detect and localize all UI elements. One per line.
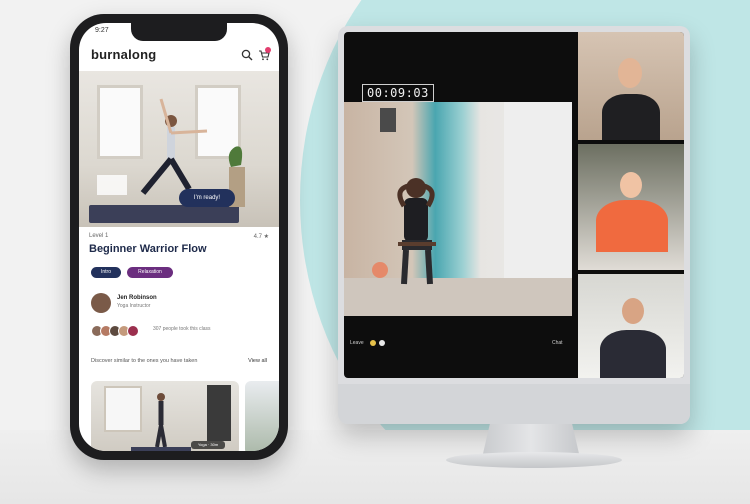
mic-icon[interactable] [370,340,376,346]
monitor-base [446,452,622,468]
discover-section-header: Discover similar to the ones you have ta… [91,358,271,368]
call-control-bar: Leave Chat [344,334,572,354]
participants-text: 307 people took this class [153,326,211,332]
instructor-name: Jen Robinson [117,295,157,301]
participant-tile[interactable] [578,32,684,140]
thumbnail-tag: Yoga · 30m [191,441,225,449]
phone-notch [131,23,227,41]
participant-head [622,298,644,324]
leave-button[interactable]: Leave [350,340,364,346]
participant-body [596,200,668,252]
seated-instructor-figure [344,102,572,316]
phone-device: 9:27 burnalong I'm ready! Level 1 4.7 ★ … [70,14,288,460]
im-ready-button[interactable]: I'm ready! [179,189,235,207]
desktop-monitor: 00:09:03 Leave Chat [338,26,690,424]
camera-icon[interactable] [379,340,385,346]
class-hero-image[interactable]: I'm ready! [79,71,279,227]
instructor-row[interactable]: Jen Robinson Yoga Instructor [91,293,271,317]
participant-head [618,58,642,88]
chat-button[interactable]: Chat [552,340,563,346]
app-header: burnalong [79,43,279,69]
class-title: Beginner Warrior Flow [89,243,207,255]
video-call-screen: 00:09:03 Leave Chat [344,32,684,378]
chip-relaxation[interactable]: Relaxation [127,267,173,278]
section-label: Discover similar to the ones you have ta… [91,358,198,364]
view-all-link[interactable]: View all [248,358,267,364]
level-row: Level 1 4.7 ★ [89,233,269,243]
phone-screen: 9:27 burnalong I'm ready! Level 1 4.7 ★ … [79,23,279,451]
search-icon[interactable] [241,49,253,61]
level-label: Level 1 [89,233,109,239]
participants-row: 307 people took this class [91,325,271,339]
participant-tile[interactable] [578,274,684,378]
main-video-instructor[interactable] [344,102,572,316]
participant-body [600,330,666,378]
participant-head [620,172,642,198]
chip-intro[interactable]: Intro [91,267,121,278]
participant-tile[interactable] [578,144,684,270]
status-time: 9:27 [95,27,109,34]
class-thumbnail[interactable] [245,381,279,451]
class-thumbnail[interactable]: Yoga · 30m [91,381,239,451]
participant-body [602,94,660,140]
rating: 4.7 ★ [253,234,269,240]
instructor-role: Yoga Instructor [117,303,151,309]
monitor-chin [338,384,690,424]
brand-logo[interactable]: burnalong [91,47,156,62]
participant-avatar [127,325,139,337]
instructor-avatar [91,293,111,313]
session-timer: 00:09:03 [362,84,434,102]
marketing-scene: 9:27 burnalong I'm ready! Level 1 4.7 ★ … [0,0,750,504]
cart-badge [265,47,271,53]
yoga-instructor-figure [89,98,245,223]
